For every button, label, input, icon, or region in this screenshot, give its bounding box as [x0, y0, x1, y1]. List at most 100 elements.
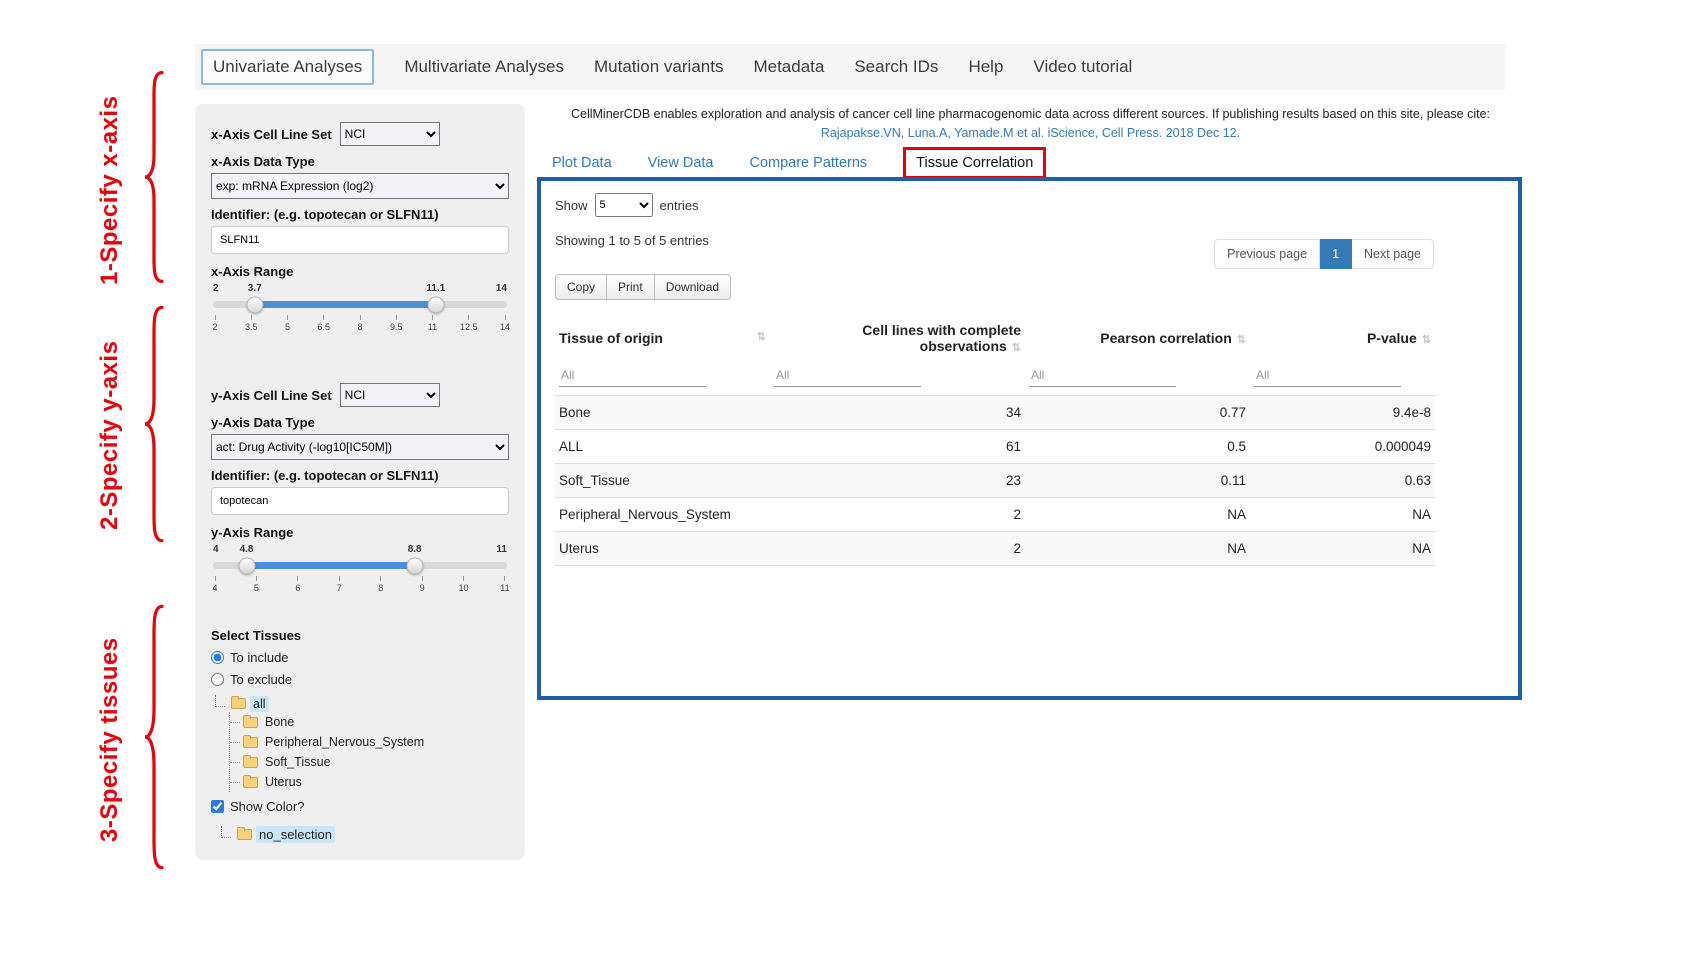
y-slider-fill	[247, 562, 415, 569]
table-row: Uterus 2 NA NA	[555, 532, 1435, 566]
col-header-cell-lines[interactable]: Cell lines with complete observations⇅	[770, 314, 1025, 362]
to-exclude-radio[interactable]	[211, 673, 224, 686]
sort-icon: ⇅	[1422, 334, 1431, 346]
tab-video-tutorial[interactable]: Video tutorial	[1033, 57, 1132, 77]
next-page-button[interactable]: Next page	[1352, 239, 1434, 269]
x-range-min: 2	[213, 283, 219, 294]
select-tissues-label: Select Tissues	[211, 628, 509, 643]
y-range-low-value: 4.8	[240, 544, 254, 555]
show-color-checkbox[interactable]	[211, 800, 224, 813]
brace-bracket-icon	[140, 300, 164, 548]
tree-item-bone[interactable]: Bone	[230, 712, 509, 732]
y-range-high-handle[interactable]	[406, 557, 423, 574]
filter-cell-lines-input[interactable]	[774, 364, 921, 387]
folder-icon	[243, 717, 258, 728]
y-axis-range-slider: 4 4.8 8.8 11 4 5 6 7 8 9 10 11	[213, 544, 507, 600]
citation-text: CellMinerCDB enables exploration and ana…	[548, 107, 1513, 121]
cell-cell-lines: 2	[770, 498, 1025, 532]
to-include-label: To include	[230, 650, 289, 665]
show-color-label: Show Color?	[230, 799, 304, 814]
table-row: Peripheral_Nervous_System 2 NA NA	[555, 498, 1435, 532]
show-entries-row: Show 5 entries	[555, 193, 1504, 217]
tab-search-ids[interactable]: Search IDs	[854, 57, 938, 77]
tab-metadata[interactable]: Metadata	[753, 57, 824, 77]
cell-tissue: Peripheral_Nervous_System	[555, 498, 770, 532]
previous-page-button[interactable]: Previous page	[1214, 239, 1320, 269]
copy-button[interactable]: Copy	[555, 274, 607, 300]
tab-plot-data[interactable]: Plot Data	[552, 155, 612, 171]
entries-count-select[interactable]: 5	[595, 193, 653, 217]
y-cell-line-set-label: y-Axis Cell Line Set	[211, 388, 332, 403]
citation-link[interactable]: Rajapakse.VN, Luna.A, Yamade.M et al. iS…	[548, 126, 1513, 140]
filter-p-value-input[interactable]	[1254, 364, 1401, 387]
tab-compare-patterns[interactable]: Compare Patterns	[749, 155, 867, 171]
brace-bracket-icon	[140, 598, 164, 876]
filter-pearson-input[interactable]	[1029, 364, 1176, 387]
filter-tissue-input[interactable]	[559, 364, 706, 387]
cell-pearson: NA	[1025, 532, 1250, 566]
page: 1-Specify x-axis 2-Specify y-axis 3-Spec…	[0, 0, 1700, 956]
x-identifier-input[interactable]	[211, 226, 509, 254]
table-header-row: Tissue of origin⇅ Cell lines with comple…	[555, 314, 1435, 362]
tab-univariate-analyses[interactable]: Univariate Analyses	[201, 49, 374, 85]
y-cell-line-set-select[interactable]: NCI	[340, 383, 440, 407]
table-row: Soft_Tissue 23 0.11 0.63	[555, 464, 1435, 498]
cell-tissue: Soft_Tissue	[555, 464, 770, 498]
cell-pearson: 0.11	[1025, 464, 1250, 498]
to-exclude-label: To exclude	[230, 672, 292, 687]
page-1-button[interactable]: 1	[1320, 239, 1352, 269]
tree-item-peripheral-nervous-system[interactable]: Peripheral_Nervous_System	[230, 732, 509, 752]
tree-item-uterus[interactable]: Uterus	[230, 772, 509, 792]
sort-icon: ⇅	[757, 330, 766, 343]
y-slider-track[interactable]	[213, 562, 507, 569]
tab-mutation-variants[interactable]: Mutation variants	[594, 57, 723, 77]
col-header-tissue-of-origin[interactable]: Tissue of origin⇅	[555, 314, 770, 362]
tree-connector	[221, 826, 231, 838]
x-data-type-select[interactable]: exp: mRNA Expression (log2)	[211, 173, 509, 199]
y-range-label: y-Axis Range	[211, 525, 509, 540]
tab-tissue-correlation[interactable]: Tissue Correlation	[903, 147, 1046, 179]
selection-tree: no_selection	[221, 824, 509, 845]
export-button-group: Copy Print Download	[555, 274, 731, 300]
tree-item-all[interactable]: all	[215, 695, 509, 712]
x-range-high-handle[interactable]	[427, 296, 444, 313]
cell-tissue: Uterus	[555, 532, 770, 566]
cell-cell-lines: 61	[770, 430, 1025, 464]
y-identifier-input[interactable]	[211, 487, 509, 515]
download-button[interactable]: Download	[655, 274, 731, 300]
x-cell-line-set-select[interactable]: NCI	[340, 122, 440, 146]
cell-pearson: 0.5	[1025, 430, 1250, 464]
col-header-p-value[interactable]: P-value⇅	[1250, 314, 1435, 362]
annotation-step3-label: 3-Specify tissues	[96, 608, 124, 872]
y-range-low-handle[interactable]	[238, 557, 255, 574]
x-data-type-label: x-Axis Data Type	[211, 154, 509, 169]
cell-p-value: 0.000049	[1250, 430, 1435, 464]
pagination: Previous page 1 Next page	[1214, 239, 1434, 269]
y-range-min: 4	[213, 544, 219, 555]
tab-help[interactable]: Help	[968, 57, 1003, 77]
folder-icon	[237, 829, 252, 840]
to-include-radio[interactable]	[211, 651, 224, 664]
print-button[interactable]: Print	[607, 274, 655, 300]
y-slider-ticks: 4 5 6 7 8 9 10 11	[213, 576, 507, 593]
x-range-low-handle[interactable]	[246, 296, 263, 313]
x-range-label: x-Axis Range	[211, 264, 509, 279]
table-row: Bone 34 0.77 9.4e-8	[555, 396, 1435, 430]
cell-tissue: ALL	[555, 430, 770, 464]
tree-item-no-selection[interactable]: no_selection	[221, 824, 509, 845]
sort-icon: ⇅	[1237, 334, 1246, 346]
cell-cell-lines: 34	[770, 396, 1025, 430]
tree-item-soft-tissue[interactable]: Soft_Tissue	[230, 752, 509, 772]
y-data-type-label: y-Axis Data Type	[211, 415, 509, 430]
table-row: ALL 61 0.5 0.000049	[555, 430, 1435, 464]
folder-icon	[243, 777, 258, 788]
tab-view-data[interactable]: View Data	[648, 155, 714, 171]
y-data-type-select[interactable]: act: Drug Activity (-log10[IC50M])	[211, 434, 509, 460]
cell-p-value: 9.4e-8	[1250, 396, 1435, 430]
tissue-tree: all Bone Peripheral_Nervous_System Soft_…	[215, 695, 509, 792]
x-slider-track[interactable]	[213, 301, 507, 308]
x-axis-range-slider: 2 3.7 11.1 14 2 3.5 5 6.5 8 9.5 11 12.5 …	[213, 283, 507, 339]
col-header-pearson-correlation[interactable]: Pearson correlation⇅	[1025, 314, 1250, 362]
tab-multivariate-analyses[interactable]: Multivariate Analyses	[404, 57, 564, 77]
show-color-row: Show Color?	[211, 799, 509, 814]
